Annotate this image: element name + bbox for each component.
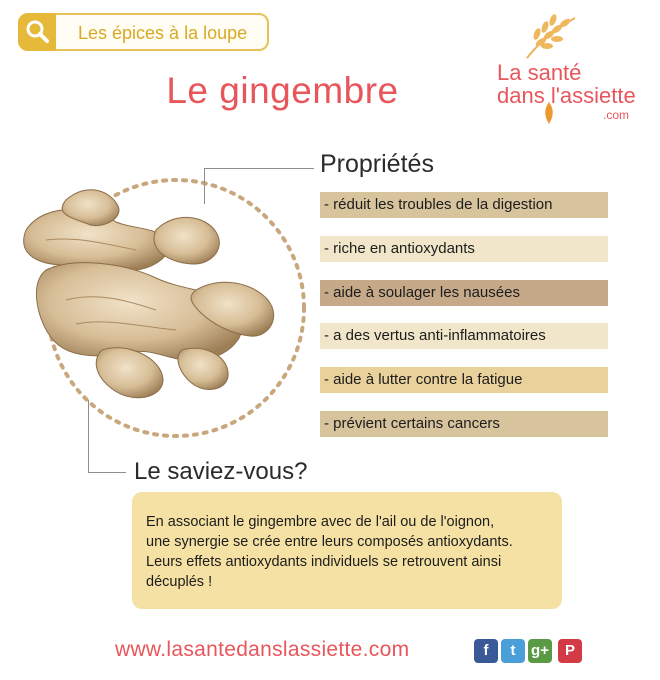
did-you-know-heading: Le saviez-vous? [134, 458, 308, 485]
did-you-know-line: une synergie se crée entre leurs composé… [146, 534, 513, 550]
property-item: - prévient certains cancers [320, 411, 608, 437]
facebook-icon[interactable]: f [474, 639, 498, 663]
property-label: - aide à soulager les nausées [324, 284, 520, 301]
badge-label: Les épices à la loupe [78, 23, 248, 43]
property-item: - aide à soulager les nausées [320, 280, 608, 306]
ginger-illustration [23, 178, 306, 438]
connector-line [204, 168, 205, 204]
property-item: - a des vertus anti-inflammatoires [320, 323, 608, 349]
leaf-icon [545, 102, 553, 124]
connector-line [204, 168, 314, 169]
property-label: - aide à lutter contre la fatigue [324, 371, 523, 388]
property-label: - prévient certains cancers [324, 415, 500, 432]
property-label: - riche en antioxydants [324, 240, 475, 257]
website-link[interactable]: www.lasantedanslassiette.com [115, 638, 409, 662]
properties-heading: Propriétés [320, 150, 434, 178]
connector-line [88, 400, 89, 472]
connector-line [88, 472, 126, 473]
did-you-know-line: décuplés ! [146, 574, 213, 590]
twitter-icon[interactable]: t [501, 639, 525, 663]
logo: La santé dans l'assiette .com [497, 8, 647, 124]
page-title: Le gingembre [166, 70, 399, 111]
property-item: - aide à lutter contre la fatigue [320, 367, 608, 393]
did-you-know-line: En associant le gingembre avec de l'ail … [146, 514, 495, 530]
did-you-know-box: En associant le gingembre avec de l'ail … [132, 492, 562, 609]
pinterest-icon[interactable]: P [558, 639, 582, 663]
logo-com: .com [602, 108, 629, 122]
property-label: - réduit les troubles de la digestion [324, 196, 553, 213]
google-plus-icon[interactable]: g+ [528, 639, 552, 663]
header-badge: Les épices à la loupe [18, 13, 269, 51]
property-label: - a des vertus anti-inflammatoires [324, 327, 546, 344]
logo-line2: dans l'assiette [497, 83, 636, 108]
magnifier-icon [18, 13, 56, 51]
did-you-know-line: Leurs effets antioxydants individuels se… [146, 554, 502, 570]
property-item: - riche en antioxydants [320, 236, 608, 262]
wheat-icon [526, 14, 576, 59]
property-item: - réduit les troubles de la digestion [320, 192, 608, 218]
